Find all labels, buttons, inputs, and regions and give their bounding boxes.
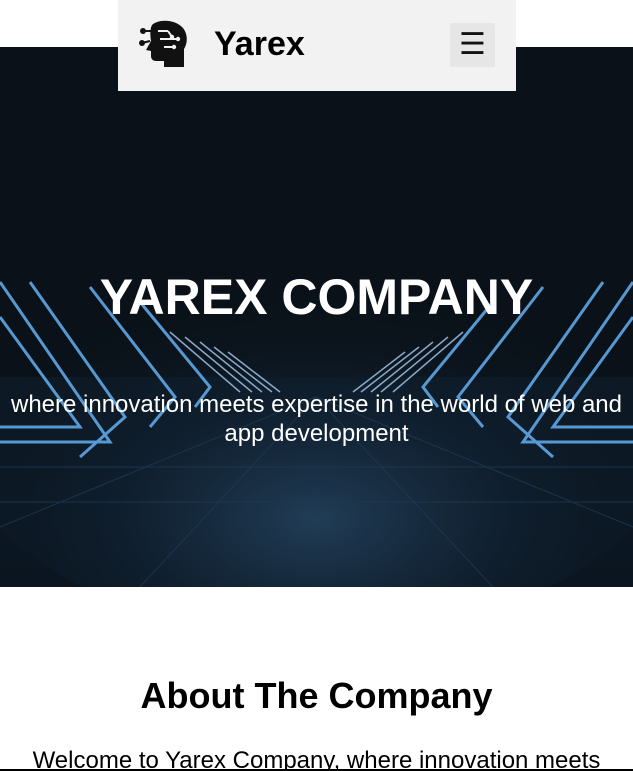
hero-subtitle: where innovation meets expertise in the … [10, 391, 622, 447]
page: YAREX COMPANY where innovation meets exp… [0, 0, 633, 771]
hero-title: YAREX COMPANY [99, 269, 534, 325]
about-text: Welcome to Yarex Company, where innovati… [32, 747, 601, 771]
about-title: About The Company [140, 675, 493, 716]
brand-name[interactable]: Yarex [214, 24, 305, 64]
hero-section: YAREX COMPANY where innovation meets exp… [0, 47, 633, 587]
brain-circuit-head-icon[interactable] [138, 17, 190, 71]
hamburger-menu-icon: ☰ [459, 28, 486, 61]
hamburger-menu-button[interactable]: ☰ [450, 23, 495, 67]
